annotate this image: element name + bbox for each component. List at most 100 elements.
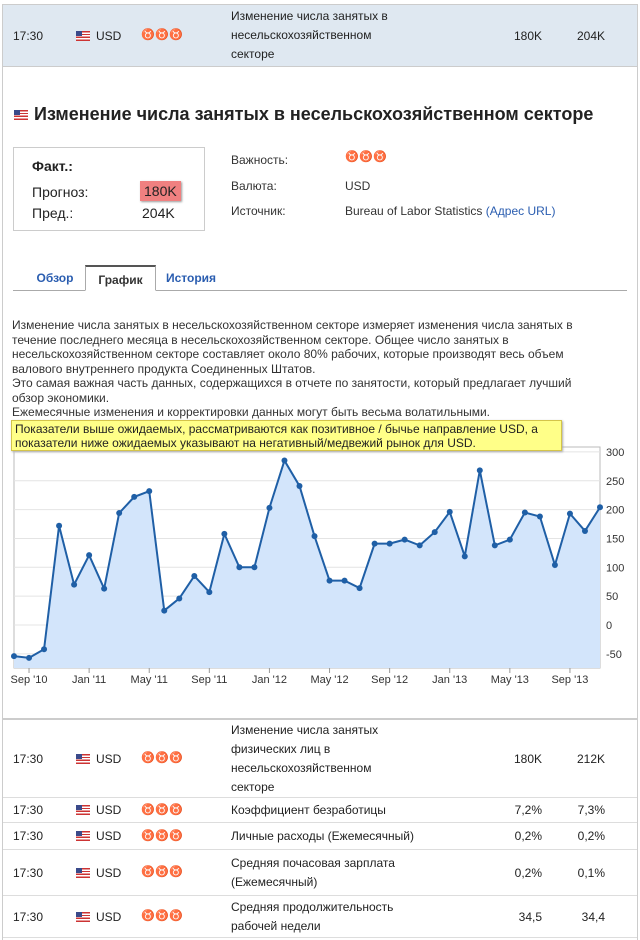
data-point <box>161 607 168 614</box>
us-flag-icon <box>76 753 90 764</box>
event-previous: 7,3% <box>577 803 605 817</box>
data-point <box>146 488 153 495</box>
y-tick-label: 150 <box>606 533 624 545</box>
tooltip: Показатели выше ожидаемых, рассматривают… <box>11 420 562 451</box>
data-point <box>131 493 138 500</box>
page-title-text: Изменение числа занятых в несельскохозяй… <box>34 104 594 124</box>
description: Изменение числа занятых в несельскохозяй… <box>12 318 602 420</box>
data-point <box>251 564 258 571</box>
source: Bureau of Labor Statistics (Адрес URL) <box>345 204 555 218</box>
importance-bulls: ♉ ♉ ♉ <box>141 752 183 764</box>
event-forecast: 180K <box>513 28 542 43</box>
bull-icon: ♉ <box>359 151 373 163</box>
data-point <box>356 585 363 592</box>
event-name: Изменение числа занятых физических лиц в… <box>231 722 379 794</box>
event-name: Средняя почасовая зарплата (Ежемесячный) <box>231 855 395 889</box>
event-currency: USD <box>96 829 122 843</box>
data-point <box>491 542 498 549</box>
forecast-value: 180K <box>140 181 181 201</box>
x-tick-label: Jan '11 <box>72 674 106 686</box>
event-row[interactable]: 17:30 USD ♉ ♉ ♉ Коэффициент безработицы 7,… <box>3 798 637 823</box>
y-tick-label: 200 <box>606 505 624 517</box>
us-flag-icon <box>76 805 90 815</box>
data-point <box>551 561 558 568</box>
previous-label: Пред.: <box>32 205 74 221</box>
data-point <box>371 540 378 547</box>
bull-icon: ♉ <box>141 752 155 764</box>
bull-icon: ♉ <box>141 29 155 41</box>
event-row[interactable]: 17:30 USD ♉ ♉ ♉ Средняя почасовая зарплата… <box>3 850 637 896</box>
tab-history[interactable]: История <box>159 265 223 291</box>
data-point <box>431 529 438 536</box>
bull-icon: ♉ <box>141 803 155 816</box>
bull-icon: ♉ <box>169 752 183 764</box>
data-point <box>476 467 483 474</box>
bull-icon: ♉ <box>141 866 155 878</box>
importance-bulls: ♉ ♉ ♉ <box>345 151 387 163</box>
data-point <box>461 553 468 560</box>
event-forecast: 34,5 <box>518 909 542 924</box>
data-point <box>506 536 513 543</box>
us-flag-icon <box>76 831 90 841</box>
bull-icon: ♉ <box>373 151 387 163</box>
event-row[interactable]: 17:30 USD ♉ ♉ ♉ Личные расходы (Ежемесячны… <box>3 823 637 850</box>
description-paragraph: Изменение числа занятых в несельскохозяй… <box>12 318 573 376</box>
bull-icon: ♉ <box>141 829 155 842</box>
y-tick-label: 250 <box>606 476 624 488</box>
event-row[interactable]: 17:30 USD ♉ ♉ ♉ Изменение числа занятых фи… <box>3 718 637 798</box>
event-currency: USD <box>96 803 122 817</box>
tab-bar: Обзор График История <box>13 265 627 291</box>
event-row-selected[interactable]: 17:30 USD ♉ ♉ ♉ Изменение числа занятых в … <box>3 5 637 67</box>
x-tick-label: Sep '10 <box>11 674 48 686</box>
data-point <box>26 654 33 661</box>
importance-bulls: ♉ ♉ ♉ <box>141 866 183 878</box>
data-point <box>341 577 348 584</box>
bull-icon: ♉ <box>155 29 169 41</box>
us-flag-icon <box>14 109 28 120</box>
event-currency: USD <box>96 751 122 766</box>
data-point <box>86 552 93 559</box>
tab-overview[interactable]: Обзор <box>25 265 85 291</box>
event-forecast: 180K <box>513 751 542 766</box>
event-currency: USD <box>96 909 122 924</box>
tab-chart[interactable]: График <box>85 265 156 291</box>
event-row[interactable]: 17:30 USD ♉ ♉ ♉ Средняя продолжительность … <box>3 896 637 938</box>
x-tick-label: May '12 <box>310 674 348 686</box>
page-title: Изменение числа занятых в несельскохозяй… <box>14 104 593 125</box>
data-point <box>566 510 573 517</box>
bull-icon: ♉ <box>169 866 183 878</box>
currency-label: Валюта: <box>231 179 277 193</box>
data-point <box>11 653 17 660</box>
importance-label: Важность: <box>231 153 289 167</box>
description-paragraph: Ежемесячные изменения и корректировки да… <box>12 405 491 419</box>
x-tick-label: Sep '13 <box>551 674 588 686</box>
event-name: Средняя продолжительность рабочей недели <box>231 899 394 933</box>
data-point <box>191 572 198 579</box>
bull-icon: ♉ <box>345 151 359 163</box>
event-previous: 0,1% <box>577 865 605 880</box>
data-point <box>206 589 213 596</box>
source-url-link[interactable]: (Адрес URL) <box>486 204 556 218</box>
data-point <box>446 508 453 515</box>
event-time: 17:30 <box>13 909 44 924</box>
event-forecast: 7,2% <box>514 803 542 817</box>
data-point <box>536 513 543 520</box>
us-flag-icon <box>76 911 90 922</box>
source-label: Источник: <box>231 204 286 218</box>
event-currency: USD <box>96 28 122 43</box>
event-previous: 204K <box>576 28 605 43</box>
importance-bulls: ♉ ♉ ♉ <box>141 829 183 842</box>
event-currency: USD <box>96 865 122 880</box>
chart: -50 0 50 100 150 200 250 300 Sep '10 Jan '11 May '… <box>11 446 624 686</box>
event-time: 17:30 <box>13 28 44 43</box>
data-point <box>41 646 48 653</box>
event-name: Коэффициент безработицы <box>231 802 386 817</box>
bull-icon: ♉ <box>169 829 183 842</box>
currency-value: USD <box>345 179 371 193</box>
source-value: Bureau of Labor Statistics <box>345 204 483 218</box>
event-name: Личные расходы (Ежемесячный) <box>231 828 414 843</box>
data-point <box>116 510 123 517</box>
bull-icon: ♉ <box>155 803 169 816</box>
data-point <box>266 504 273 511</box>
event-time: 17:30 <box>13 865 44 880</box>
